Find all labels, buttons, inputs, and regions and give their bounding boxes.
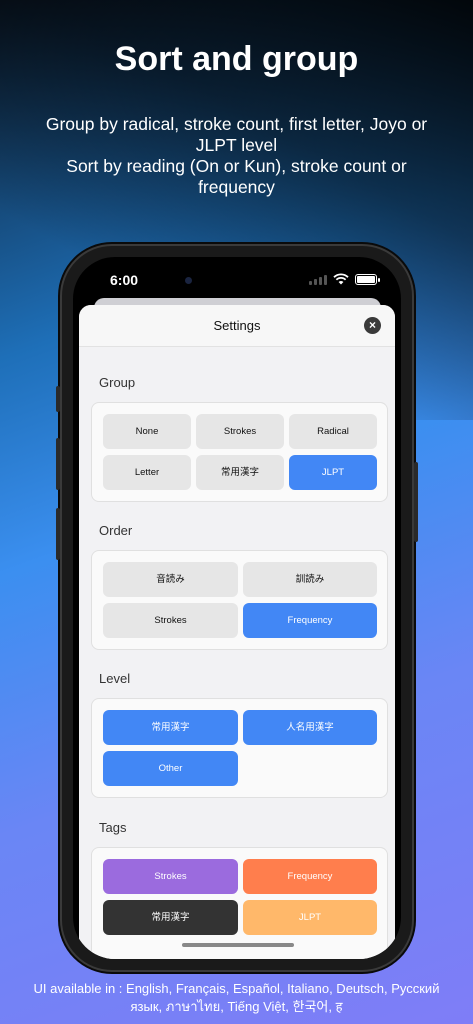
footer-languages: UI available in : English, Français, Esp…: [10, 980, 463, 1016]
phone-screen: 6:00 Settings × Group None Strokes Radic…: [73, 257, 401, 959]
subline-2: Sort by reading (On or Kun), stroke coun…: [66, 156, 407, 197]
volume-down-button: [56, 508, 60, 560]
level-joyo-button[interactable]: 常用漢字: [103, 710, 238, 745]
tag-strokes-button[interactable]: Strokes: [103, 859, 238, 894]
settings-title: Settings: [213, 318, 261, 333]
order-onyomi-button[interactable]: 音読み: [103, 562, 238, 597]
camera-dot: [185, 277, 192, 284]
phone-frame: 6:00 Settings × Group None Strokes Radic…: [56, 244, 418, 972]
dynamic-island: [181, 267, 291, 295]
tags-label: Tags: [99, 820, 127, 835]
order-kunyomi-button[interactable]: 訓読み: [243, 562, 377, 597]
settings-sheet: Settings × Group None Strokes Radical Le…: [79, 305, 395, 959]
tag-joyo-button[interactable]: 常用漢字: [103, 900, 238, 935]
order-label: Order: [99, 523, 133, 538]
power-button: [414, 462, 418, 542]
tag-frequency-button[interactable]: Frequency: [243, 859, 377, 894]
wifi-icon: [333, 273, 349, 285]
order-card: 音読み 訓読み Strokes Frequency: [91, 550, 388, 650]
signal-icon: [309, 274, 327, 285]
order-frequency-button[interactable]: Frequency: [243, 603, 377, 638]
footer-line-1: UI available in : English, Français, Esp…: [33, 981, 440, 996]
mute-switch: [56, 386, 60, 412]
subline-1: Group by radical, stroke count, first le…: [45, 114, 428, 155]
footer-line-2: язык, ภาษาไทย, Tiếng Việt, 한국어, ह: [130, 999, 343, 1014]
group-label: Group: [99, 375, 136, 390]
level-label: Level: [99, 671, 131, 686]
group-joyo-button[interactable]: 常用漢字: [196, 455, 284, 490]
status-icons: [309, 273, 380, 285]
close-icon[interactable]: ×: [364, 317, 381, 334]
settings-header: Settings ×: [79, 305, 395, 347]
level-card: 常用漢字 人名用漢字 Other: [91, 698, 388, 798]
group-card: None Strokes Radical Letter 常用漢字 JLPT: [91, 402, 388, 502]
home-indicator[interactable]: [182, 943, 294, 947]
subline: Group by radical, stroke count, first le…: [30, 114, 443, 198]
group-letter-button[interactable]: Letter: [103, 455, 191, 490]
group-none-button[interactable]: None: [103, 414, 191, 449]
tag-jlpt-button[interactable]: JLPT: [243, 900, 377, 935]
group-strokes-button[interactable]: Strokes: [196, 414, 284, 449]
volume-up-button: [56, 438, 60, 490]
level-jinmeiyo-button[interactable]: 人名用漢字: [243, 710, 377, 745]
group-jlpt-button[interactable]: JLPT: [289, 455, 377, 490]
level-other-button[interactable]: Other: [103, 751, 238, 786]
status-time: 6:00: [110, 272, 139, 288]
order-strokes-button[interactable]: Strokes: [103, 603, 238, 638]
battery-icon: [355, 273, 380, 285]
group-radical-button[interactable]: Radical: [289, 414, 377, 449]
headline: Sort and group: [114, 40, 359, 78]
